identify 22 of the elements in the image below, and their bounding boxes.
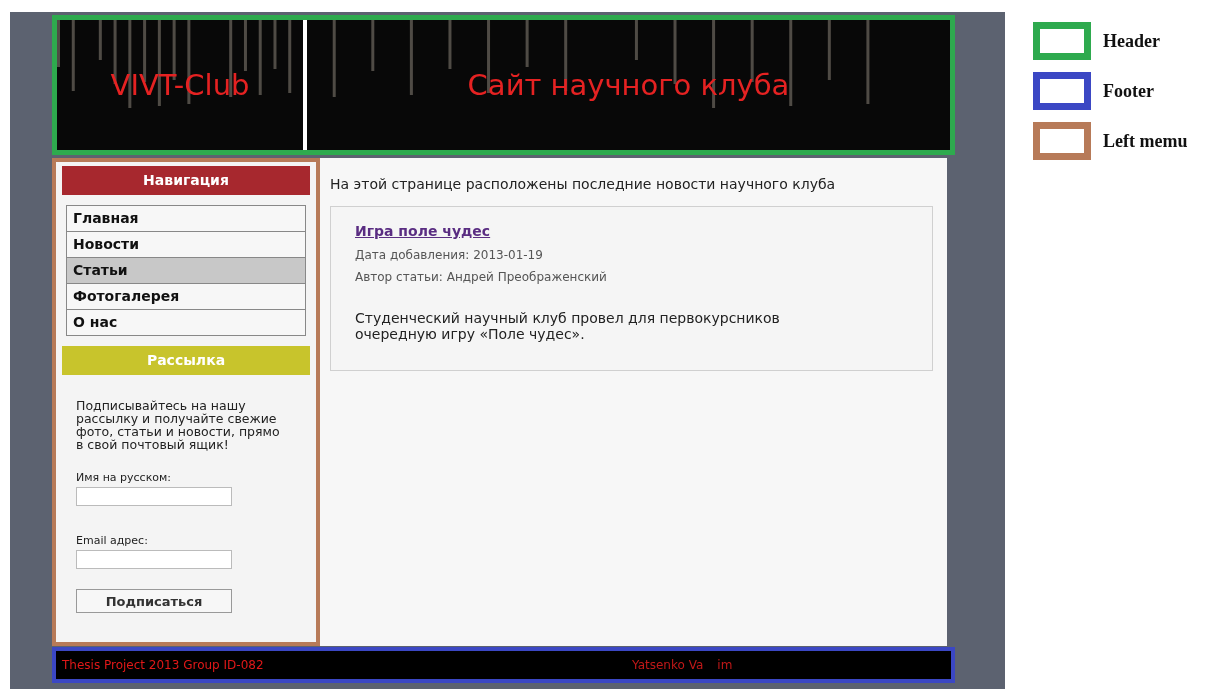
- legend-label: Footer: [1103, 80, 1154, 102]
- article-author: Автор статьи: Андрей Преображенский: [355, 270, 608, 284]
- article-date: Дата добавления: 2013-01-19: [355, 248, 544, 262]
- intro-text: На этой странице расположены последние новости научного клуба: [330, 176, 837, 192]
- footer-author: im: [717, 658, 733, 672]
- legend-label: Header: [1103, 30, 1160, 52]
- site-title: Сайт научного клуба: [467, 68, 790, 102]
- name-label: Имя на русском:: [76, 471, 173, 484]
- footer-project: Thesis Project 2013 Group ID-082: [61, 658, 265, 672]
- email-field[interactable]: [76, 550, 232, 569]
- newsletter-text: Подписывайтесь на нашу рассылку и получайте свежие фото, статьи и новости, прямо в свой почтовый ящик!: [76, 399, 281, 451]
- subscribe-button[interactable]: Подписаться: [76, 589, 232, 613]
- newsletter-heading: Рассылка: [62, 346, 310, 375]
- site-logo: VIVT-Club: [110, 68, 250, 102]
- article-link[interactable]: Игра поле чудес: [355, 223, 491, 239]
- nav-heading: Навигация: [62, 166, 310, 195]
- footer-author: Yatsenko Va: [632, 658, 704, 672]
- legend-label: Left memu: [1103, 130, 1188, 152]
- nav-link[interactable]: Статьи: [67, 257, 305, 283]
- article-text: Студенческий научный клуб провел для первокурсников очередную игру «Поле чудес».: [355, 310, 781, 342]
- name-field[interactable]: [76, 487, 232, 506]
- email-label: Email адрес:: [76, 534, 149, 547]
